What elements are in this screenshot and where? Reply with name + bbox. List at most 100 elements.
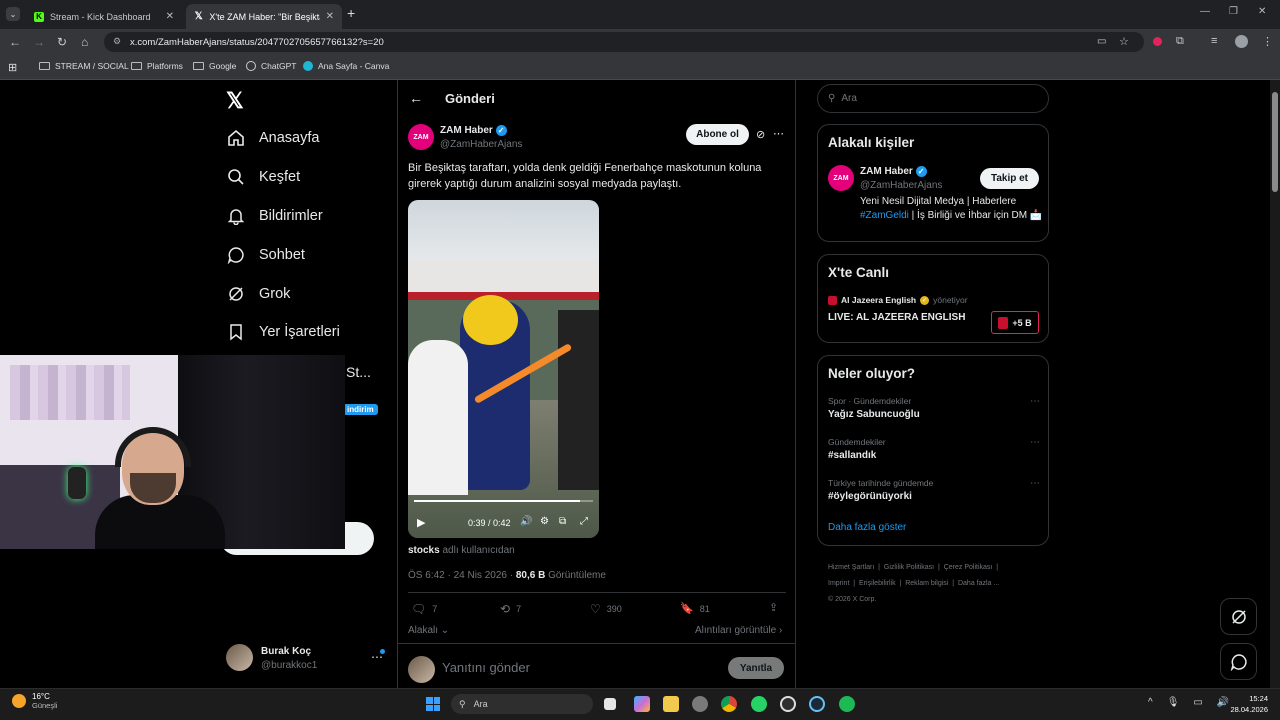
steam-icon[interactable] xyxy=(809,696,825,712)
sidebar-item-home[interactable]: Anasayfa xyxy=(227,129,319,147)
start-button[interactable] xyxy=(426,697,440,711)
tab-search-button[interactable]: ⌄ xyxy=(6,7,20,21)
bookmark-action[interactable]: 🔖 81 xyxy=(680,602,710,615)
video-player[interactable]: ▶ 0:39 / 0:42 🔊 ⚙ ⧉ ⤢ xyxy=(408,200,599,538)
cast-icon[interactable]: ▭ xyxy=(1097,36,1106,47)
reply-action[interactable]: 🗨 7 xyxy=(411,602,437,616)
trend-more-icon[interactable]: ⋯ xyxy=(1030,478,1040,489)
close-icon[interactable]: ✕ xyxy=(326,11,334,22)
pip-icon[interactable]: ⧉ xyxy=(559,516,566,527)
weather-widget[interactable]: 16°C Güneşli xyxy=(12,692,57,710)
person-avatar[interactable]: ZAM xyxy=(828,165,854,191)
window-close-icon[interactable]: ✕ xyxy=(1258,6,1266,17)
bio-hashtag[interactable]: #ZamGeldi xyxy=(860,210,909,221)
live-listeners-badge[interactable]: +5 B xyxy=(991,311,1039,334)
forward-icon[interactable]: → xyxy=(33,35,45,49)
copilot-icon[interactable] xyxy=(634,696,650,712)
spotify-icon[interactable] xyxy=(839,696,855,712)
minimize-icon[interactable]: — xyxy=(1200,6,1210,17)
sidebar-item-grok[interactable]: Grok xyxy=(227,285,290,303)
messages-floating-button[interactable] xyxy=(1220,643,1257,680)
like-action[interactable]: ♡ 390 xyxy=(590,602,622,616)
back-arrow-icon[interactable]: ← xyxy=(409,90,423,106)
bookmark-platforms[interactable]: Platforms xyxy=(131,61,183,71)
trend-item[interactable]: Türkiye tarihinde gündemde #öylegörünüyo… xyxy=(828,478,1040,502)
extension-red-icon[interactable] xyxy=(1153,37,1162,46)
chevron-up-icon[interactable]: ^ xyxy=(1148,697,1153,708)
sidebar-item-partial[interactable]: St... xyxy=(346,364,371,380)
settings-icon[interactable]: ⚙ xyxy=(540,516,549,527)
more-options-icon[interactable]: ⋯ xyxy=(773,127,784,140)
back-icon[interactable]: ← xyxy=(9,35,21,49)
reload-icon[interactable]: ↻ xyxy=(57,35,67,49)
grok-floating-button[interactable] xyxy=(1220,598,1257,635)
scrollbar-thumb[interactable] xyxy=(1272,92,1278,192)
trend-item[interactable]: Spor · Gündemdekiler Yağız Sabuncuoğlu ⋯ xyxy=(828,396,1040,420)
address-bar[interactable]: ⚙ x.com/ZamHaberAjans/status/20477027056… xyxy=(104,32,1144,52)
subscribe-button[interactable]: Abone ol xyxy=(686,124,749,145)
file-explorer-icon[interactable] xyxy=(663,696,679,712)
obs-icon[interactable] xyxy=(780,696,796,712)
bookmark-google[interactable]: Google xyxy=(193,61,236,71)
share-icon[interactable]: ⇪ xyxy=(769,601,778,614)
sidebar-item-chat[interactable]: Sohbet xyxy=(227,246,305,264)
follow-button[interactable]: Takip et xyxy=(980,168,1039,189)
sidebar-item-bookmarks[interactable]: Yer İşaretleri xyxy=(227,323,340,341)
live-host-row[interactable]: Al Jazeera English ✓ yönetiyor xyxy=(828,295,968,305)
tab-kick-dashboard[interactable]: K Stream - Kick Dashboard ✕ xyxy=(26,4,182,29)
person-name-row[interactable]: ZAM Haber ✓ xyxy=(860,166,927,177)
taskbar-search[interactable]: ⚲ Ara xyxy=(451,694,593,714)
trend-more-icon[interactable]: ⋯ xyxy=(1030,437,1040,448)
whatsapp-icon[interactable] xyxy=(751,696,767,712)
network-icon[interactable]: ▭ xyxy=(1193,697,1202,708)
live-stream-title[interactable]: LIVE: AL JAZEERA ENGLISH xyxy=(828,312,965,323)
trend-more-icon[interactable]: ⋯ xyxy=(1030,396,1040,407)
author-handle[interactable]: @ZamHaberAjans xyxy=(440,139,522,150)
video-person-right xyxy=(558,310,599,490)
reply-input[interactable]: Yanıtını gönder xyxy=(442,660,530,675)
video-progress-track[interactable] xyxy=(414,500,593,502)
extensions-icon[interactable]: ⧉ xyxy=(1176,35,1184,48)
reply-button[interactable]: Yanıtla xyxy=(728,657,784,679)
x-logo-icon[interactable]: 𝕏 xyxy=(226,88,244,114)
repost-action[interactable]: ⟲ 7 xyxy=(500,602,521,616)
source-user[interactable]: stocks xyxy=(408,545,440,556)
tab-x-post[interactable]: 𝕏 X'te ZAM Haber: "Bir Beşiktaş ta ✕ xyxy=(186,4,342,29)
sidebar-item-explore[interactable]: Keşfet xyxy=(227,168,300,186)
post-timestamp[interactable]: ÖS 6:42 · 24 Nis 2026 · xyxy=(408,570,516,581)
new-tab-button[interactable]: + xyxy=(347,5,355,21)
grok-explain-icon[interactable]: ⊘ xyxy=(756,128,765,141)
profile-avatar-icon[interactable] xyxy=(1235,35,1248,48)
author-avatar[interactable]: ZAM xyxy=(408,124,434,150)
scrollbar-track[interactable] xyxy=(1270,80,1280,688)
account-avatar[interactable] xyxy=(226,644,253,671)
home-icon[interactable]: ⌂ xyxy=(81,35,88,49)
author-name-row[interactable]: ZAM Haber ✓ xyxy=(440,125,507,136)
tray-icons[interactable]: ^ 🎙 ▭ 🔊 xyxy=(1148,697,1229,708)
restore-icon[interactable]: ❐ xyxy=(1229,6,1238,17)
star-icon[interactable]: ☆ xyxy=(1119,35,1129,48)
volume-icon[interactable]: 🔊 xyxy=(520,516,532,527)
bookmark-stream-social[interactable]: STREAM / SOCIAL xyxy=(39,61,129,71)
settings-app-icon[interactable] xyxy=(692,696,708,712)
bookmark-canva[interactable]: Ana Sayfa - Canva xyxy=(303,61,389,71)
task-view-icon[interactable] xyxy=(604,698,616,710)
fullscreen-icon[interactable]: ⤢ xyxy=(580,516,588,527)
chrome-icon[interactable] xyxy=(721,696,737,712)
trend-item[interactable]: Gündemdekiler #sallandık ⋯ xyxy=(828,437,1040,461)
site-info-icon[interactable]: ⚙ xyxy=(113,36,121,47)
close-icon[interactable]: ✕ xyxy=(166,11,174,22)
media-icon[interactable]: ≡ xyxy=(1211,35,1217,47)
show-more-link[interactable]: Daha fazla göster xyxy=(828,522,906,533)
bookmark-chatgpt[interactable]: ChatGPT xyxy=(246,61,296,71)
clock[interactable]: 15:24 28.04.2026 xyxy=(1224,693,1268,715)
related-toggle[interactable]: Alakalı ⌄ xyxy=(408,625,449,636)
search-input[interactable]: ⚲ Ara xyxy=(817,84,1049,113)
person-handle[interactable]: @ZamHaberAjans xyxy=(860,180,942,191)
menu-icon[interactable]: ⋮ xyxy=(1262,35,1273,48)
apps-icon[interactable]: ⊞ xyxy=(8,61,17,74)
mic-icon[interactable]: 🎙 xyxy=(1167,697,1180,708)
view-quotes-link[interactable]: Alıntıları görüntüle › xyxy=(695,625,782,636)
sidebar-item-notifications[interactable]: Bildirimler xyxy=(227,207,323,225)
play-icon[interactable]: ▶ xyxy=(417,516,425,529)
